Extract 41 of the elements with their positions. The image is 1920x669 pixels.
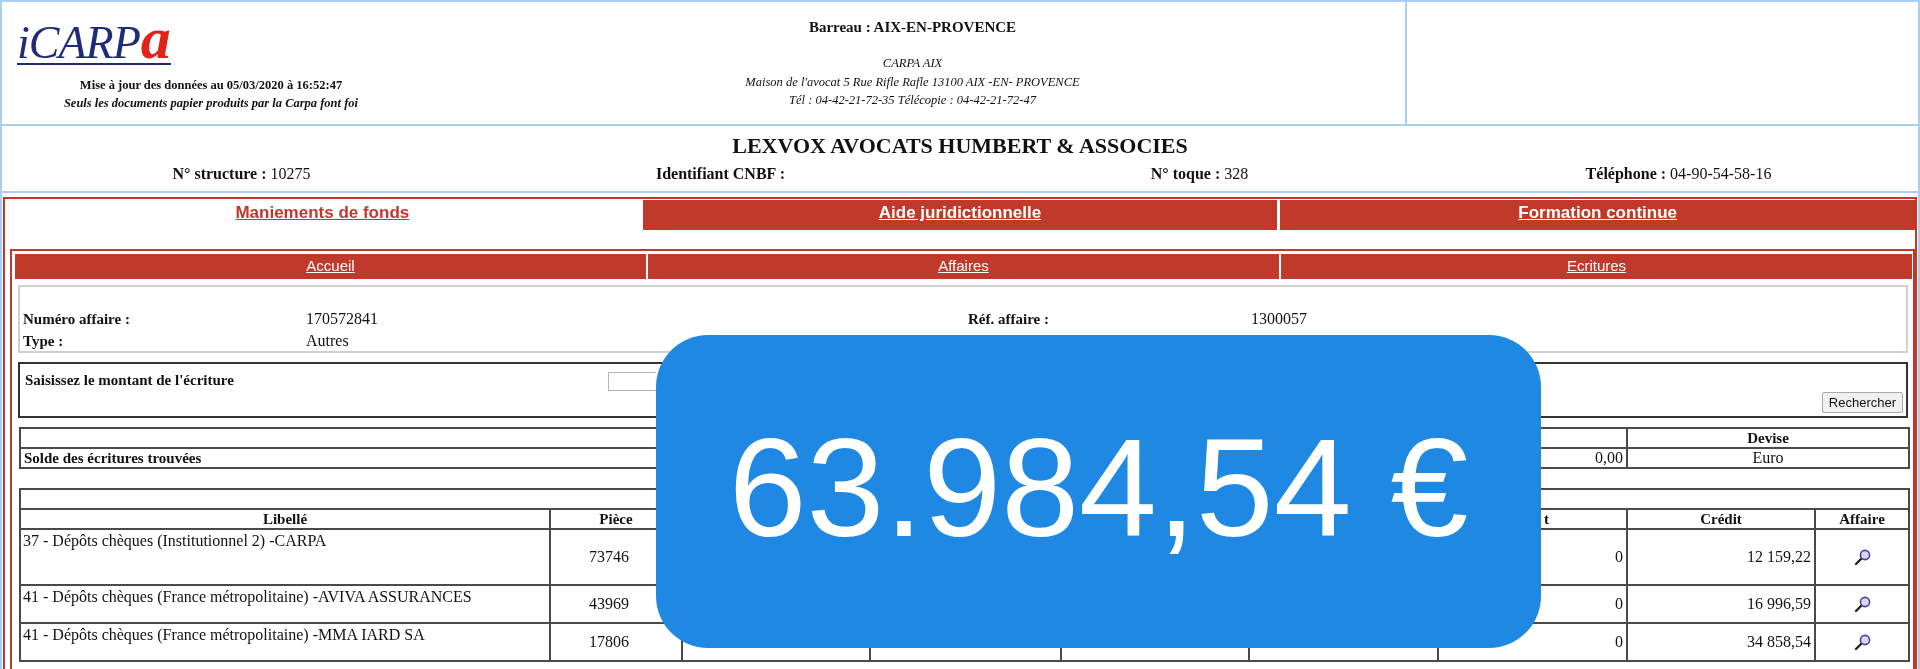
logo: iCARPa bbox=[17, 15, 171, 65]
table-cell: 41 - Dépôts chèques (France métropolitaine) -AVIVA ASSURANCES bbox=[20, 585, 550, 623]
table-cell: 16 996,59 bbox=[1627, 585, 1815, 623]
table-cell: 34 858,54 bbox=[1627, 623, 1815, 661]
field-label: Saisissez le montant de l'écriture bbox=[24, 371, 234, 390]
table-cell: 37 - Dépôts chèques (Institutionnel 2) -CARPA bbox=[20, 529, 550, 585]
column-header: Affaire bbox=[1815, 509, 1910, 529]
section-tab[interactable]: Formation continue bbox=[1280, 200, 1915, 230]
firm-detail: N° toque : 328 bbox=[1150, 164, 1249, 183]
table-cell: 12 159,22 bbox=[1627, 529, 1815, 585]
column-header: Libellé bbox=[20, 509, 550, 529]
search-icon[interactable] bbox=[1853, 634, 1871, 652]
firm-detail: Téléphone : 04-90-54-58-16 bbox=[1585, 164, 1772, 183]
table-cell: 41 - Dépôts chèques (France métropolitaine) -MMA IARD SA bbox=[20, 623, 550, 661]
section-tab[interactable]: Aide juridictionnelle bbox=[642, 200, 1278, 230]
field-label: Réf. affaire : bbox=[968, 310, 1049, 328]
update-notice: Mise à jour des données au 05/03/2020 à 16:52:47 bbox=[79, 77, 343, 94]
sub-tab[interactable]: Accueil bbox=[15, 254, 646, 279]
firm-detail: Identifiant CNBF : bbox=[655, 164, 786, 183]
address-line: CARPA AIX bbox=[882, 55, 943, 72]
search-icon[interactable] bbox=[1853, 596, 1871, 614]
firm-detail: N° structure : 10275 bbox=[172, 164, 311, 183]
column-header: Crédit bbox=[1627, 509, 1815, 529]
field-value: 170572841 bbox=[306, 310, 378, 328]
search-icon[interactable] bbox=[1853, 549, 1871, 567]
firm-name: LEXVOX AVOCATS HUMBERT & ASSOCIES bbox=[732, 133, 1188, 159]
sub-tab[interactable]: Ecritures bbox=[1281, 254, 1912, 279]
table-cell: Euro bbox=[1627, 448, 1909, 468]
disclaimer-text: Seuls les documents papier produits par la Carpa font foi bbox=[63, 95, 359, 112]
field-label: Type : bbox=[23, 332, 64, 350]
search-button[interactable]: Rechercher bbox=[1821, 392, 1903, 413]
field-label: Numéro affaire : bbox=[23, 310, 130, 328]
field-value: 1300057 bbox=[1251, 310, 1307, 328]
column-header: Devise bbox=[1627, 428, 1909, 448]
field-value: Autres bbox=[306, 332, 349, 350]
sub-tab[interactable]: Affaires bbox=[648, 254, 1279, 279]
address-line: Tél : 04-42-21-72-35 Télécopie : 04-42-21-72-47 bbox=[789, 92, 1036, 109]
address-line: Maison de l'avocat 5 Rue Rifle Rafle 13100 AIX -EN- PROVENCE bbox=[745, 73, 1080, 91]
amount-banner: 63.984,54 € bbox=[656, 335, 1541, 648]
amount-input[interactable] bbox=[608, 372, 656, 391]
barreau-title: Barreau : AIX-EN-PROVENCE bbox=[808, 18, 1017, 37]
